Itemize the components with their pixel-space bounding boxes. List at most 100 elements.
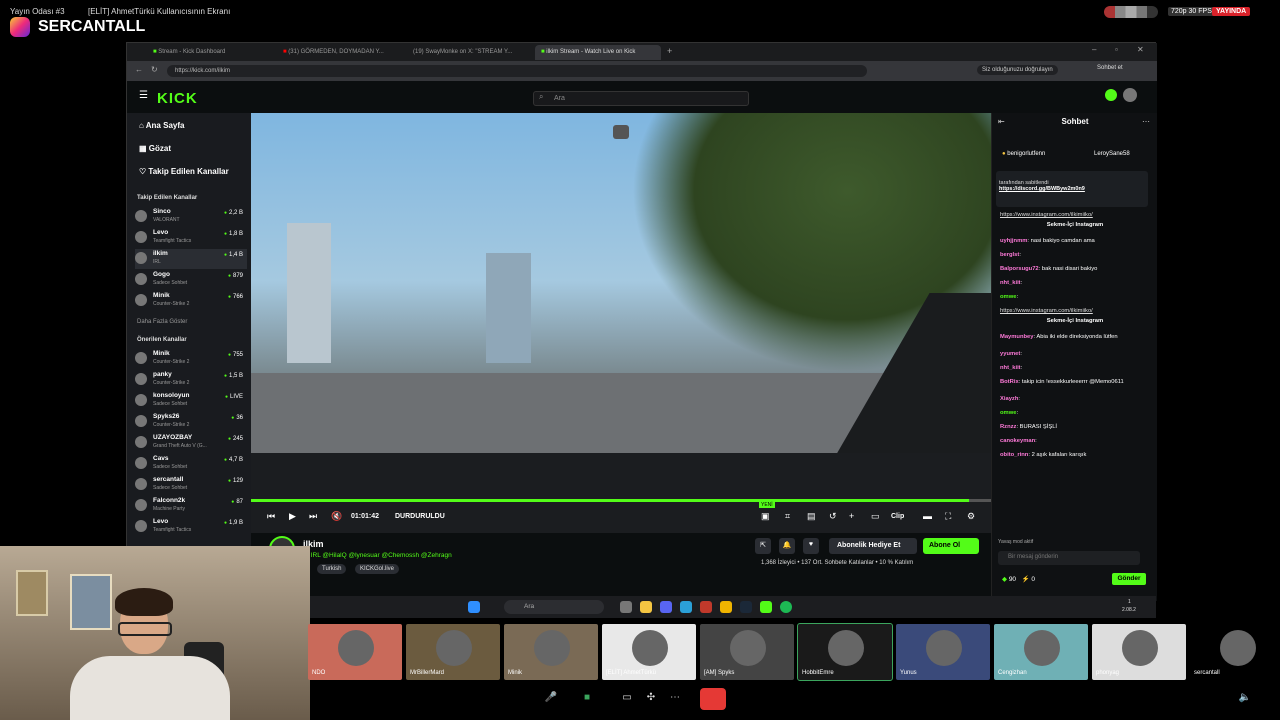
chat-username[interactable]: yyumet — [1000, 351, 1020, 357]
discord-icon[interactable] — [660, 601, 672, 613]
tag-pill[interactable]: KICKGol.live — [355, 564, 400, 574]
share-icon[interactable]: ⇱ — [755, 538, 771, 554]
chat-username[interactable]: Maymunbey — [1000, 334, 1034, 340]
chat-input[interactable]: Bir mesaj gönderin — [998, 551, 1140, 565]
browser-tab[interactable]: (19) SwayMonke on X: "STREAM Y... — [407, 45, 533, 60]
nav-home[interactable]: ⌂ Ana Sayfa — [139, 121, 184, 130]
sidebar-channel[interactable]: Sinco VALORANT 2,2 B — [135, 207, 247, 227]
search-input[interactable]: Ara — [533, 91, 749, 106]
sidebar-channel[interactable]: Cavs Sadece Sohbet 4,7 B — [135, 454, 247, 474]
layout-icon[interactable]: ▤ — [807, 511, 816, 522]
sidebar-channel[interactable]: UZAYOZBAY Grand Theft Auto V (G... 245 — [135, 433, 247, 453]
crop-icon[interactable]: ⌗ — [785, 511, 790, 522]
sidebar-channel[interactable]: Levo Teamfight Tactics 1,8 B — [135, 228, 247, 248]
avatar[interactable] — [1123, 88, 1137, 102]
close-icon[interactable]: ✕ — [1137, 45, 1144, 54]
sidebar-channel[interactable]: Gogo Sadece Sohbet 879 — [135, 270, 247, 290]
chrome-icon[interactable] — [720, 601, 732, 613]
verify-pill[interactable]: Siz olduğunuzu doğrulayın — [977, 65, 1058, 75]
nav-following[interactable]: ♡ Takip Edilen Kanallar — [139, 167, 229, 176]
participant-tile[interactable]: sercantall — [1190, 624, 1280, 680]
app-icon[interactable] — [700, 601, 712, 613]
plus-icon[interactable]: + — [849, 511, 854, 521]
video-player[interactable]: ⏮ ▶ ⏭ 🔇 01:01:42 DURDURULDU YENİ ▣ ⌗ ▤ ↺… — [251, 113, 991, 533]
chat-username[interactable]: BotRix — [1000, 379, 1019, 385]
kick-logo[interactable]: KICK — [157, 90, 198, 107]
chat-username[interactable]: Balporsugu72 — [1000, 266, 1039, 272]
taskbar-search[interactable]: Ara — [504, 600, 604, 614]
camera-icon[interactable]: ▣ — [761, 511, 770, 522]
fullscreen-icon[interactable]: ⛶ — [945, 511, 951, 522]
sidebar-channel[interactable]: Minik Counter-Strike 2 766 — [135, 291, 247, 311]
pinned-link[interactable]: https://discord.gg/BWByw2m0n9 — [999, 186, 1145, 192]
chat-username[interactable]: omwe — [1000, 410, 1016, 416]
minimize-icon[interactable]: – — [1092, 45, 1096, 54]
browser-tab-active[interactable]: ■ ilkim Stream - Watch Live on Kick — [535, 45, 661, 60]
chat-username[interactable]: obito_rinn — [1000, 452, 1028, 458]
leave-call-button[interactable] — [700, 688, 726, 710]
fullscreen-hint-icon[interactable] — [613, 125, 629, 139]
viewer-avatars[interactable] — [1104, 6, 1158, 18]
link-text[interactable]: https://www.instagram.com/ilkimiiko/ — [1000, 308, 1093, 314]
rewind-icon[interactable]: ⏮ — [267, 511, 275, 522]
chat-username[interactable]: nht_kiit — [1000, 365, 1021, 371]
heart-icon[interactable]: ♥ — [803, 538, 819, 554]
sidebar-channel[interactable]: Levo Teamfight Tactics 1,9 B — [135, 517, 247, 537]
participant-tile[interactable]: [ELİT] AhmetTürkü — [602, 624, 696, 680]
participant-tile[interactable]: [AM] Spyks — [700, 624, 794, 680]
url-field[interactable]: https://kick.com/ilkim — [167, 65, 867, 77]
send-button[interactable]: Gönder — [1112, 573, 1146, 585]
kick-app-icon[interactable] — [760, 601, 772, 613]
chat-username[interactable]: berglst — [1000, 252, 1019, 258]
chat-username[interactable]: nht_kiit — [1000, 280, 1021, 286]
sidebar-channel[interactable]: Falconn2k Machine Party 87 — [135, 496, 247, 516]
chat-username[interactable]: Xiayzh — [1000, 396, 1018, 402]
sidebar-channel[interactable]: ilkim IRL 1,4 B — [135, 249, 247, 269]
windows-start-icon[interactable] — [468, 601, 480, 613]
sidebar-channel[interactable]: Minik Counter-Strike 2 755 — [135, 349, 247, 369]
participant-tile[interactable]: Yunus — [896, 624, 990, 680]
more-options-icon[interactable]: ⋯ — [666, 692, 684, 708]
tag-pill[interactable]: Turkish — [317, 564, 347, 574]
spotify-icon[interactable] — [780, 601, 792, 613]
collapse-chat-icon[interactable]: ⇤ — [998, 117, 1005, 126]
participant-tile[interactable]: MrBillerMard — [406, 624, 500, 680]
reload-icon[interactable]: ↻ — [151, 65, 158, 74]
sidebar-channel[interactable]: Spyks26 Counter-Strike 2 36 — [135, 412, 247, 432]
subscribe-button[interactable]: Abone Ol — [923, 538, 979, 554]
back-icon[interactable]: ← — [135, 65, 143, 74]
link-text[interactable]: https://www.instagram.com/ilkimiiko/ — [1000, 212, 1093, 218]
sidebar-channel[interactable]: konsoloyun Sadece Sohbet LIVE — [135, 391, 247, 411]
participant-tile[interactable]: HobbitEmre — [797, 623, 893, 681]
volume-icon[interactable]: 🔇 — [331, 511, 342, 522]
edge-icon[interactable] — [680, 601, 692, 613]
steam-icon[interactable] — [740, 601, 752, 613]
browser-tab[interactable]: ■ (31) GÖRMEDEN, DOYMADAN Y... — [277, 45, 403, 60]
participant-tile[interactable]: Minik — [504, 624, 598, 680]
play-icon[interactable]: ▶ — [289, 511, 296, 522]
microphone-icon[interactable]: 🎤 — [542, 692, 560, 708]
bell-icon[interactable]: 🔔 — [779, 538, 795, 554]
more-icon[interactable]: ⋯ — [1142, 117, 1150, 126]
kick-coin-icon[interactable] — [1105, 89, 1117, 101]
participant-tile[interactable]: phonyag — [1092, 624, 1186, 680]
rewind-clock-icon[interactable]: ↺ — [829, 511, 837, 522]
sidebar-channel[interactable]: sercantall Sadece Sohbet 129 — [135, 475, 247, 495]
clip-button[interactable]: Clip — [891, 513, 904, 520]
forward-icon[interactable]: ⏭ — [309, 511, 317, 522]
show-more-link[interactable]: Daha Fazla Göster — [137, 319, 187, 325]
theater-icon[interactable]: ▬ — [923, 511, 932, 521]
chat-username[interactable]: Rznzz — [1000, 424, 1016, 430]
chat-username[interactable]: omwe — [1000, 294, 1016, 300]
participant-tile[interactable]: Cengizhan — [994, 624, 1088, 680]
camera-toggle-icon[interactable]: ■ — [578, 692, 596, 708]
participant-tile[interactable]: NDO — [308, 624, 402, 680]
chat-username[interactable]: uyhjjnmm — [1000, 238, 1027, 244]
file-explorer-icon[interactable] — [640, 601, 652, 613]
maximize-icon[interactable]: ▫ — [1115, 45, 1118, 54]
task-view-icon[interactable] — [620, 601, 632, 613]
browser-tab[interactable]: ■ Stream - Kick Dashboard — [147, 45, 273, 60]
pip-icon[interactable]: ▭ — [871, 511, 880, 522]
speaker-icon[interactable]: 🔈 — [1236, 692, 1254, 708]
browser-chat-button[interactable]: Sohbet et — [1097, 65, 1123, 71]
